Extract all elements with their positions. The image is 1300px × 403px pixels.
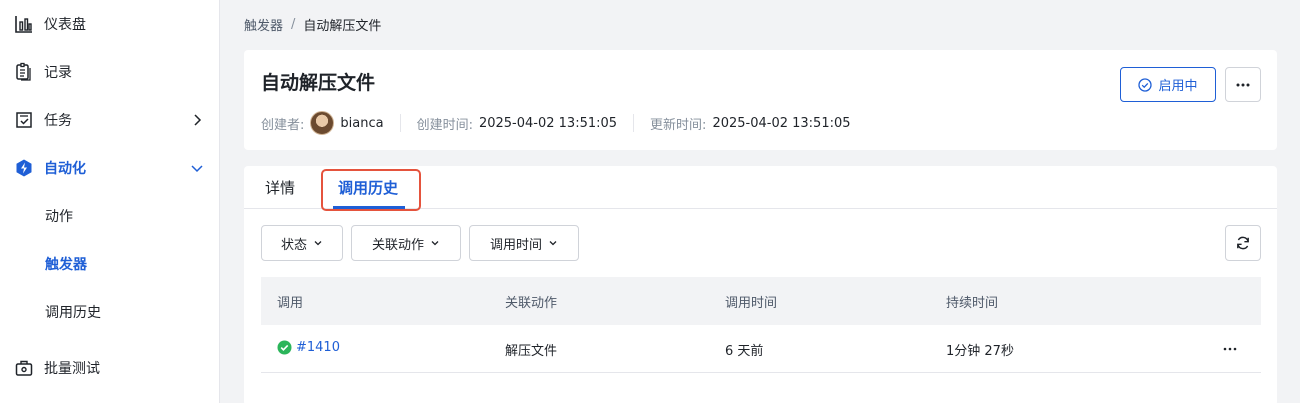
meta-row: 创建者: bianca 创建时间: 2025-04-02 13:51:05 更新… [261, 110, 851, 136]
history-card: 详情 调用历史 状态 关联动作 调用时间 调用 关联动作 调用时间 持续时间 #… [244, 166, 1277, 403]
sidebar-item-label: 自动化 [44, 161, 86, 177]
created-time-value: 2025-04-02 13:51:05 [478, 115, 618, 131]
sidebar-item-records[interactable]: 记录 [0, 52, 219, 92]
page-title: 自动解压文件 [261, 72, 376, 94]
breadcrumb: 触发器 / 自动解压文件 [244, 15, 381, 34]
invocation-cell: #1410 [277, 340, 340, 355]
row-more-button[interactable] [1220, 341, 1240, 357]
tab-details[interactable]: 详情 [265, 177, 295, 198]
breadcrumb-separator: / [291, 17, 296, 32]
table-header: 调用 关联动作 调用时间 持续时间 [261, 277, 1261, 325]
sidebar-item-label: 调用历史 [45, 305, 101, 321]
table-row[interactable]: #1410 解压文件 6 天前 1分钟 27秒 [261, 325, 1261, 373]
sidebar-item-label: 仪表盘 [44, 17, 86, 33]
chevron-down-icon [191, 165, 203, 173]
sidebar-item-batch-test[interactable]: 批量测试 [0, 348, 219, 388]
task-icon [14, 110, 34, 130]
batch-test-icon [14, 358, 34, 378]
sidebar: 仪表盘 记录 任务 自动化 动作 触发器 调用历史 批量测试 [0, 0, 220, 403]
more-horizontal-icon [1236, 83, 1250, 86]
status-toggle-button[interactable]: 启用中 [1120, 67, 1216, 102]
more-actions-button[interactable] [1225, 67, 1261, 102]
chevron-down-icon [314, 241, 322, 246]
bar-chart-icon [14, 14, 34, 34]
invocation-id-link[interactable]: #1410 [296, 340, 340, 355]
sidebar-item-invocation-history[interactable]: 调用历史 [0, 292, 219, 332]
avatar [310, 111, 335, 135]
refresh-icon [1237, 236, 1249, 250]
chevron-down-icon [431, 241, 439, 246]
chevron-down-icon [549, 241, 557, 246]
sidebar-item-label: 批量测试 [44, 361, 100, 377]
check-circle-icon [1138, 77, 1153, 92]
trigger-header-card: 自动解压文件 创建者: bianca 创建时间: 2025-04-02 13:5… [244, 50, 1277, 150]
automation-icon [14, 158, 34, 178]
duration-cell: 1分钟 27秒 [946, 344, 1014, 359]
column-header: 关联动作 [505, 296, 558, 311]
filter-label: 状态 [280, 237, 307, 253]
sidebar-item-label: 触发器 [45, 257, 87, 273]
chevron-right-icon [194, 114, 202, 126]
sidebar-item-triggers[interactable]: 触发器 [0, 244, 219, 284]
sidebar-item-tasks[interactable]: 任务 [0, 100, 219, 140]
filter-label: 调用时间 [489, 237, 542, 253]
sidebar-item-dashboard[interactable]: 仪表盘 [0, 4, 219, 44]
filter-label: 关联动作 [371, 237, 424, 253]
creator-label: 创建者: [261, 117, 305, 133]
refresh-button[interactable] [1225, 225, 1261, 261]
sidebar-item-label: 任务 [44, 113, 72, 129]
updated-time-value: 2025-04-02 13:51:05 [712, 115, 851, 131]
sidebar-item-label: 记录 [44, 65, 72, 81]
column-header: 持续时间 [946, 296, 999, 311]
filter-invocation-time-dropdown[interactable]: 调用时间 [469, 225, 579, 261]
updated-time-label: 更新时间: [650, 117, 707, 133]
column-header: 调用时间 [725, 296, 778, 311]
breadcrumb-parent[interactable]: 触发器 [244, 15, 283, 34]
creator-name: bianca [340, 115, 384, 131]
meta-divider [399, 114, 401, 132]
filter-status-dropdown[interactable]: 状态 [261, 225, 343, 261]
filter-related-action-dropdown[interactable]: 关联动作 [351, 225, 461, 261]
sidebar-item-automation[interactable]: 自动化 [0, 148, 219, 188]
tab-highlight-box [321, 169, 421, 211]
sidebar-item-label: 动作 [45, 209, 73, 225]
breadcrumb-current: 自动解压文件 [303, 19, 382, 34]
invocation-table: 调用 关联动作 调用时间 持续时间 #1410 解压文件 6 天前 1分钟 27… [261, 277, 1261, 373]
status-label: 启用中 [1158, 79, 1198, 94]
sidebar-item-actions[interactable]: 动作 [0, 196, 219, 236]
tab-bar: 详情 调用历史 [244, 166, 1277, 211]
main-content: 触发器 / 自动解压文件 自动解压文件 创建者: bianca 创建时间: 20… [221, 0, 1300, 403]
more-horizontal-icon [1223, 347, 1237, 351]
invocation-time-cell: 6 天前 [725, 344, 764, 359]
success-check-icon [277, 340, 292, 355]
meta-divider [633, 114, 635, 132]
column-header: 调用 [277, 296, 304, 311]
related-action-cell: 解压文件 [505, 344, 558, 359]
created-time-label: 创建时间: [416, 117, 473, 133]
clipboard-icon [14, 62, 34, 82]
